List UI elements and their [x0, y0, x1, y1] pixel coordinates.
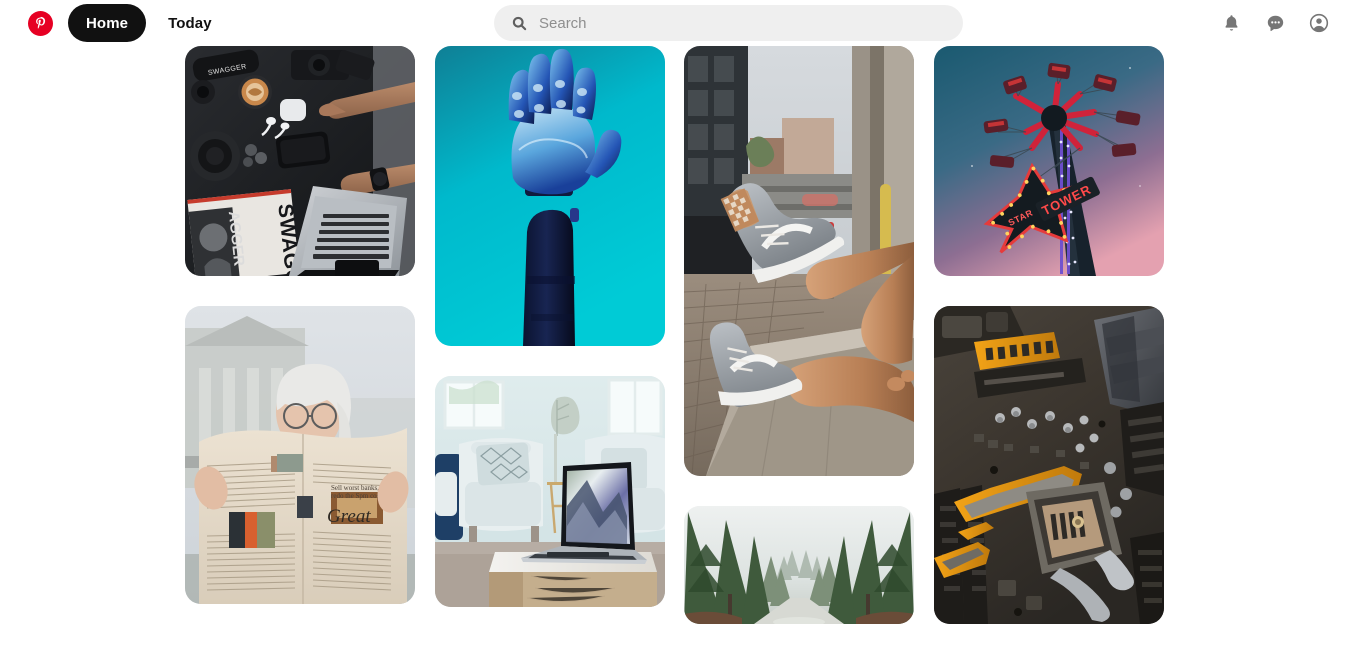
search-input[interactable]	[539, 11, 939, 35]
search-bar[interactable]	[494, 5, 963, 41]
pin-card-newspaper-reader[interactable]: Sell worst banks, work redo the Spm cost…	[185, 306, 415, 604]
pin-card-misty-forest[interactable]	[684, 506, 914, 624]
pin-image-newspaper-reader: Sell worst banks, work redo the Spm cost…	[185, 306, 415, 604]
feed-column-4: TOWER STAR	[934, 46, 1164, 624]
feed-column-2	[435, 46, 665, 607]
pin-card-robotic-hand[interactable]	[435, 46, 665, 346]
pinterest-logo-button[interactable]	[16, 0, 64, 46]
svg-text:Great: Great	[327, 506, 371, 527]
pin-image-star-tower-ride: TOWER STAR	[934, 46, 1164, 276]
pinterest-logo-icon	[27, 10, 53, 36]
nav-home-button[interactable]: Home	[68, 4, 147, 42]
feed-column-3	[684, 46, 914, 624]
search-icon	[511, 15, 528, 32]
pin-image-laptop-interior	[435, 376, 665, 607]
pin-card-laptop-interior[interactable]	[435, 376, 665, 607]
bell-icon[interactable]	[1219, 11, 1243, 35]
header-actions	[1219, 0, 1343, 46]
nav-today-button[interactable]: Today	[152, 4, 228, 42]
nav-home-label: Home	[86, 14, 129, 32]
chat-bubble-icon[interactable]	[1263, 11, 1287, 35]
pin-image-desk-flatlay: SWAGGER SWAGGER AGGER	[185, 46, 415, 276]
svg-text:redo the Spm cost: redo the Spm cost	[331, 492, 381, 500]
pin-image-motherboard	[934, 306, 1164, 624]
pin-image-sneakers-legs	[684, 46, 914, 476]
pin-feed-grid: SWAGGER SWAGGER AGGER Sell worst banks, …	[0, 46, 1351, 646]
pin-card-desk-flatlay[interactable]: SWAGGER SWAGGER AGGER	[185, 46, 415, 276]
pin-card-star-tower-ride[interactable]: TOWER STAR	[934, 46, 1164, 276]
pin-card-motherboard[interactable]	[934, 306, 1164, 624]
nav-today-label: Today	[168, 14, 212, 32]
feed-column-1: SWAGGER SWAGGER AGGER Sell worst banks, …	[185, 46, 415, 604]
pin-image-robotic-hand	[435, 46, 665, 346]
pin-card-sneakers-legs[interactable]	[684, 46, 914, 476]
user-circle-icon[interactable]	[1307, 11, 1331, 35]
top-header: Home Today	[0, 0, 1351, 46]
pin-image-misty-forest	[684, 506, 914, 624]
